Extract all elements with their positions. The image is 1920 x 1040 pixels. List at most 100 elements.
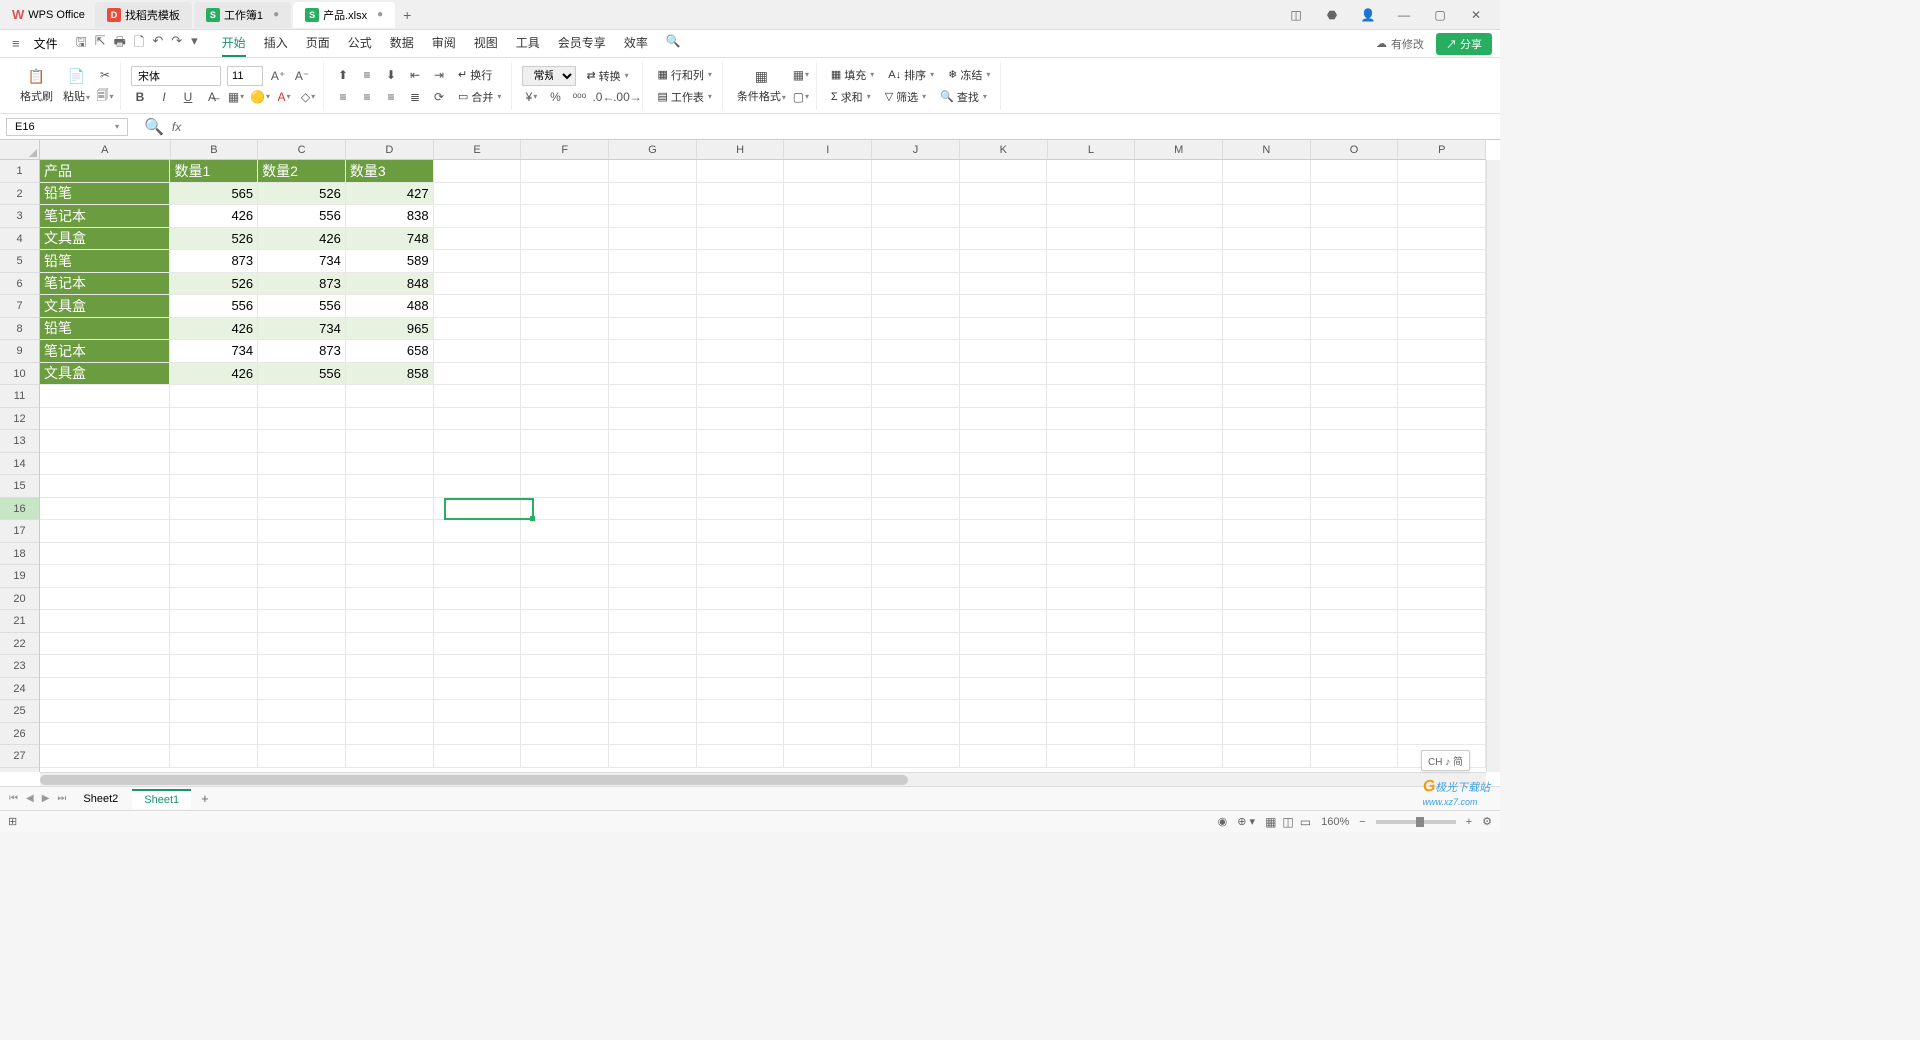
cell[interactable]	[697, 160, 785, 183]
cell[interactable]	[872, 588, 960, 611]
sort-button[interactable]: A↓ 排序▾	[884, 65, 938, 85]
cell[interactable]	[697, 520, 785, 543]
col-header-F[interactable]: F	[521, 140, 609, 159]
cell[interactable]	[1047, 385, 1135, 408]
cell[interactable]	[1311, 273, 1399, 296]
col-header-O[interactable]: O	[1311, 140, 1399, 159]
cell[interactable]	[1223, 273, 1311, 296]
cell[interactable]	[784, 408, 872, 431]
close-icon[interactable]: ●	[273, 9, 279, 20]
cell[interactable]	[784, 700, 872, 723]
cell[interactable]	[434, 745, 522, 768]
cell[interactable]	[1223, 453, 1311, 476]
freeze-button[interactable]: ❄ 冻结▾	[944, 65, 994, 85]
cell[interactable]	[1223, 250, 1311, 273]
cell[interactable]	[1398, 588, 1486, 611]
cell[interactable]	[872, 318, 960, 341]
col-header-H[interactable]: H	[697, 140, 785, 159]
cell[interactable]	[960, 205, 1048, 228]
cell[interactable]	[258, 588, 346, 611]
cell[interactable]	[1311, 678, 1399, 701]
cell[interactable]	[1047, 295, 1135, 318]
cell[interactable]	[872, 363, 960, 386]
cell[interactable]	[609, 633, 697, 656]
indent-right-icon[interactable]: ⇥	[430, 66, 448, 84]
cell[interactable]	[697, 408, 785, 431]
cell[interactable]	[258, 498, 346, 521]
cell[interactable]	[784, 520, 872, 543]
row-header-21[interactable]: 21	[0, 610, 39, 633]
cell[interactable]	[872, 520, 960, 543]
cell[interactable]	[434, 295, 522, 318]
paste-button[interactable]: 📄 粘贴▾	[59, 66, 94, 106]
cell[interactable]	[521, 633, 609, 656]
cell[interactable]	[1223, 295, 1311, 318]
filter-button[interactable]: ▽ 筛选▾	[881, 87, 930, 107]
cell[interactable]	[872, 228, 960, 251]
value-cell[interactable]: 734	[258, 318, 346, 341]
cell[interactable]	[521, 295, 609, 318]
cell[interactable]	[521, 183, 609, 206]
product-cell[interactable]: 文具盒	[40, 295, 170, 318]
cell[interactable]	[1047, 610, 1135, 633]
user-icon[interactable]: 👤	[1356, 3, 1380, 27]
cube-icon[interactable]: ⬣	[1320, 3, 1344, 27]
cell[interactable]	[1223, 700, 1311, 723]
cell[interactable]	[346, 453, 434, 476]
cell[interactable]	[784, 475, 872, 498]
cell[interactable]	[258, 520, 346, 543]
cell[interactable]	[40, 565, 170, 588]
cell[interactable]	[1223, 205, 1311, 228]
cell[interactable]	[1047, 745, 1135, 768]
cell[interactable]	[784, 498, 872, 521]
target-icon[interactable]: ⊕ ▾	[1237, 815, 1255, 828]
cell[interactable]	[1311, 565, 1399, 588]
cell[interactable]	[1047, 588, 1135, 611]
cell[interactable]	[170, 543, 258, 566]
cell[interactable]	[346, 633, 434, 656]
cell[interactable]	[960, 655, 1048, 678]
format-painter-button[interactable]: 📋 格式刷	[16, 66, 57, 106]
cell[interactable]	[960, 430, 1048, 453]
cell[interactable]	[1223, 633, 1311, 656]
cell[interactable]	[434, 250, 522, 273]
cell[interactable]	[872, 610, 960, 633]
cell[interactable]	[1135, 160, 1223, 183]
cell[interactable]	[697, 363, 785, 386]
cell[interactable]	[1135, 408, 1223, 431]
value-cell[interactable]: 858	[346, 363, 434, 386]
cell[interactable]	[872, 745, 960, 768]
copy-icon[interactable]: 🗐▾	[96, 88, 114, 106]
align-right-icon[interactable]: ≡	[382, 88, 400, 106]
header-cell[interactable]: 数量1	[170, 160, 258, 183]
tab-insert[interactable]: 插入	[264, 30, 288, 57]
cell[interactable]	[1311, 498, 1399, 521]
cell[interactable]	[784, 363, 872, 386]
product-cell[interactable]: 铅笔	[40, 183, 170, 206]
close-icon[interactable]: ●	[377, 9, 383, 20]
cell[interactable]	[697, 453, 785, 476]
cell[interactable]	[1398, 160, 1486, 183]
cell[interactable]	[521, 318, 609, 341]
cell[interactable]	[434, 453, 522, 476]
hamburger-icon[interactable]: ≡	[8, 36, 24, 51]
cell[interactable]	[434, 475, 522, 498]
header-cell[interactable]: 数量2	[258, 160, 346, 183]
cell[interactable]	[1398, 565, 1486, 588]
cell[interactable]	[872, 723, 960, 746]
cell[interactable]	[1398, 250, 1486, 273]
fill-color-button[interactable]: 🟡▾	[251, 88, 269, 106]
cell[interactable]	[1135, 340, 1223, 363]
table-style-icon[interactable]: ▦▾	[792, 66, 810, 84]
cell[interactable]	[434, 498, 522, 521]
value-cell[interactable]: 556	[258, 205, 346, 228]
cell[interactable]	[784, 678, 872, 701]
close-button[interactable]: ✕	[1464, 3, 1488, 27]
cell[interactable]	[872, 655, 960, 678]
cell[interactable]	[1047, 318, 1135, 341]
cell[interactable]	[1223, 723, 1311, 746]
align-top-icon[interactable]: ⬆	[334, 66, 352, 84]
cell[interactable]	[960, 520, 1048, 543]
cell[interactable]	[258, 723, 346, 746]
next-sheet-icon[interactable]: ▶	[39, 793, 53, 804]
